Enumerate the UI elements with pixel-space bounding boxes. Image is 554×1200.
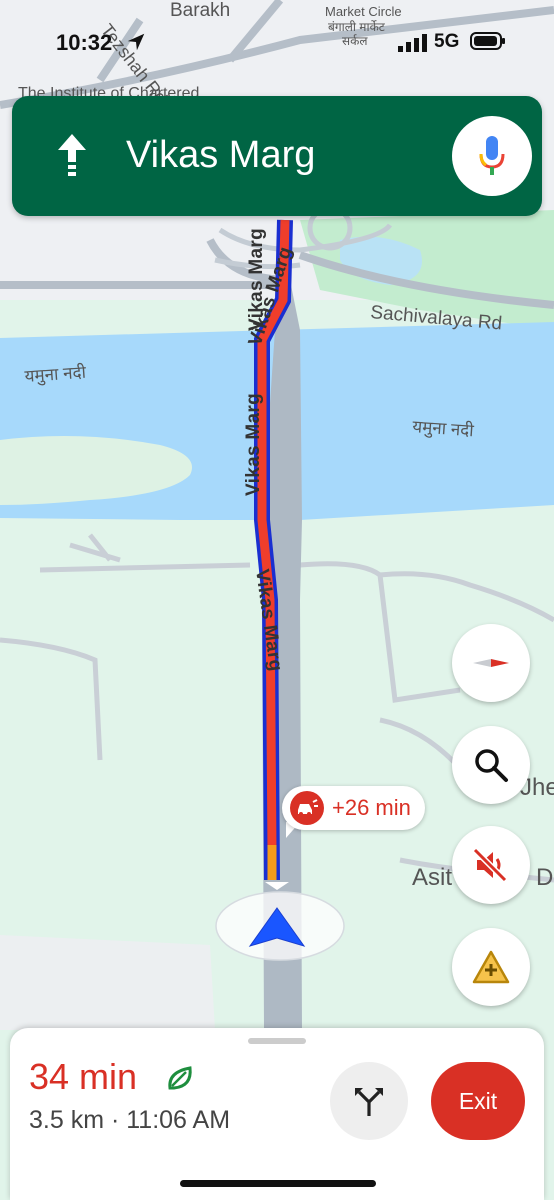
exit-navigation-button[interactable]: Exit	[431, 1062, 525, 1140]
eco-leaf-icon	[168, 1066, 192, 1090]
map-label-poi-right2: Asit	[412, 864, 452, 891]
straight-arrow-icon	[58, 134, 86, 176]
street-name: Vikas Marg	[126, 134, 316, 176]
status-bar: 10:32 5G	[0, 18, 554, 68]
home-indicator[interactable]	[180, 1180, 376, 1187]
navigation-header[interactable]: Vikas Marg	[12, 96, 542, 216]
trip-duration: 34 min	[29, 1056, 138, 1097]
signal-icon	[398, 34, 427, 52]
map-label-poi-right3: D	[536, 864, 553, 891]
road-label-3: Vikas Marg	[243, 393, 264, 496]
location-arrow-icon	[127, 33, 145, 51]
search-icon	[475, 749, 508, 782]
mute-button[interactable]	[452, 826, 530, 904]
trip-summary-sheet[interactable]: 34 min 3.5 km · 11:06 AM Exit	[10, 1028, 544, 1200]
report-incident-icon	[472, 950, 510, 984]
status-time: 10:32	[56, 30, 113, 55]
navigation-screen: Barakh Tezshah Rd The Institute of Chart…	[0, 0, 554, 1200]
trip-details: 3.5 km · 11:06 AM	[29, 1106, 231, 1134]
crash-icon	[290, 791, 324, 825]
sheet-handle[interactable]	[248, 1038, 306, 1044]
map-label-market: Market Circle	[325, 4, 402, 19]
compass-button[interactable]	[452, 624, 530, 702]
voice-search-button[interactable]	[452, 116, 532, 196]
traffic-delay-text: +26 min	[332, 795, 411, 820]
mute-icon	[472, 847, 508, 883]
traffic-delay-callout[interactable]: +26 min	[282, 786, 425, 830]
battery-icon	[470, 32, 505, 50]
alternate-routes-button[interactable]	[330, 1062, 408, 1140]
compass-icon	[473, 659, 509, 667]
search-button[interactable]	[452, 726, 530, 804]
report-incident-button[interactable]	[452, 928, 530, 1006]
network-type: 5G	[434, 31, 460, 52]
microphone-icon	[479, 136, 505, 175]
fork-route-icon	[355, 1088, 383, 1116]
